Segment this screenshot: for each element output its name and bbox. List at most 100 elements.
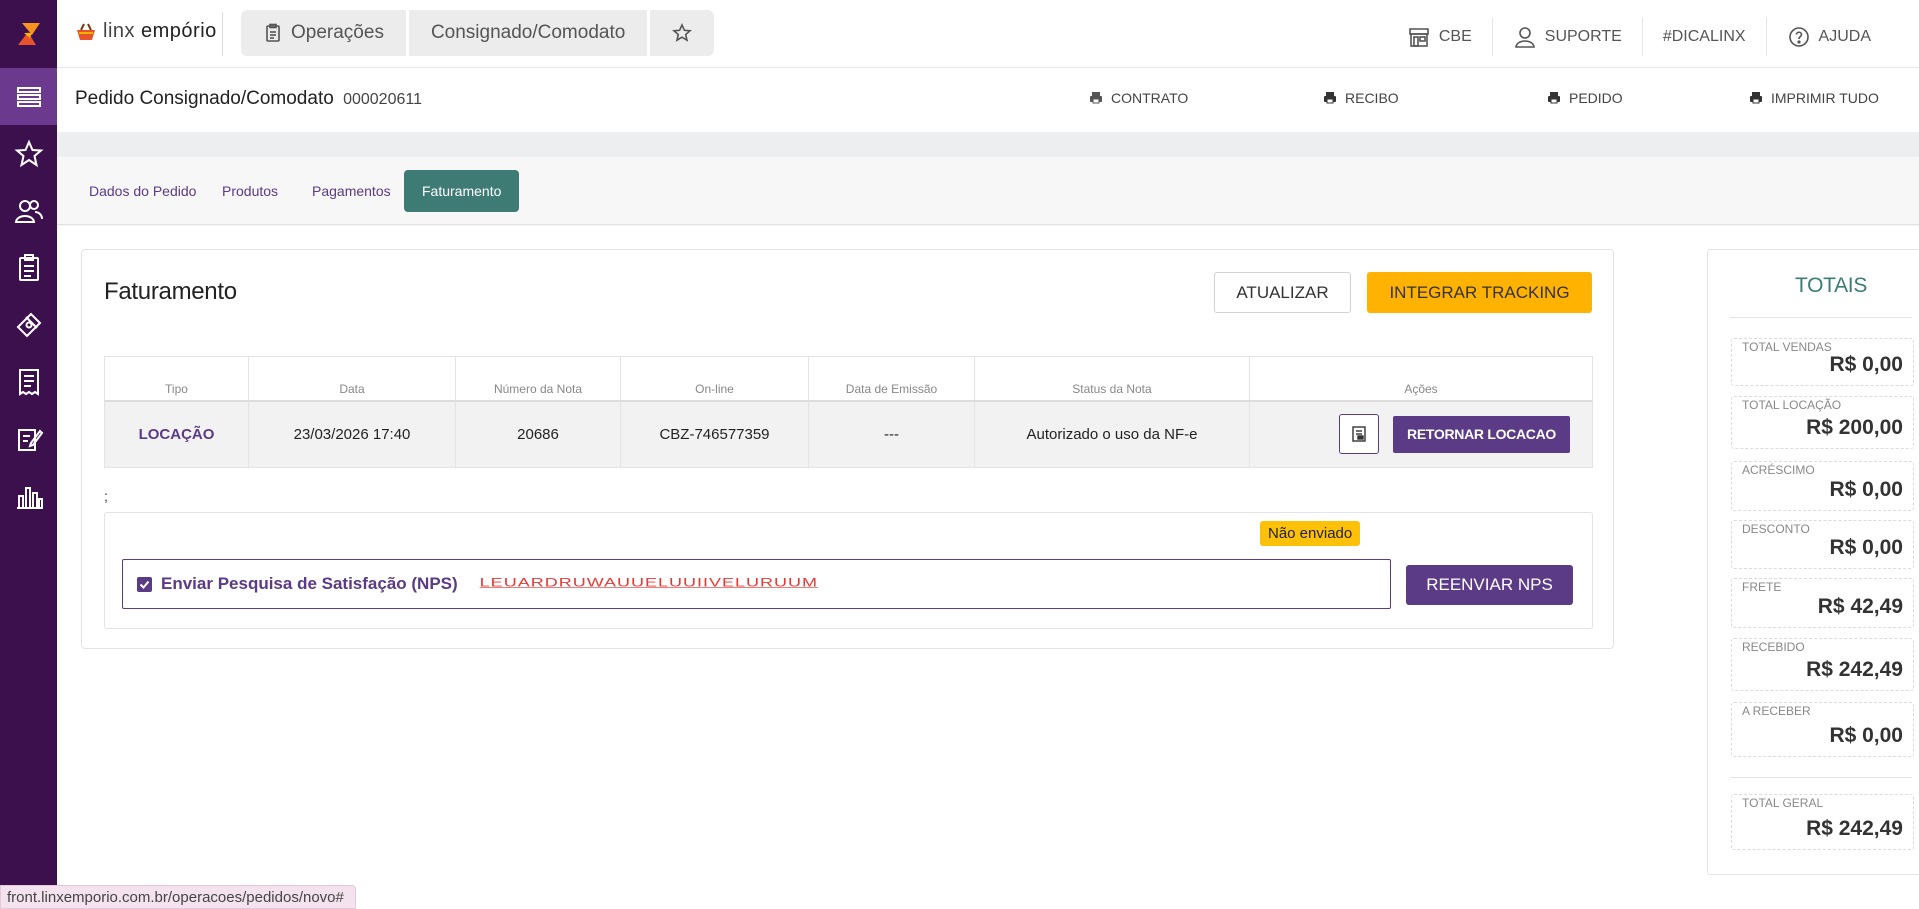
print-pedido-button[interactable]: PEDIDO: [1547, 90, 1623, 106]
column-header-acoes: Ações: [1249, 356, 1593, 402]
receipt-icon: [18, 368, 39, 396]
page-title-text: Pedido Consignado/Comodato: [75, 88, 334, 109]
topbar: linx empório Operações Consignado/Comoda…: [57, 0, 1919, 68]
cell-emissao: ---: [808, 400, 975, 468]
total-locacao-label: TOTAL LOCAÇÃO: [1742, 398, 1842, 412]
nps-checkbox[interactable]: [137, 576, 152, 592]
breadcrumb-operacoes[interactable]: Operações: [241, 10, 406, 56]
edit-document-icon: [17, 428, 43, 451]
cell-status: Autorizado o uso da NF-e: [974, 400, 1250, 468]
bar-chart-icon: [16, 486, 43, 509]
print-all-button[interactable]: IMPRIMIR TUDO: [1749, 90, 1879, 106]
cell-acoes: RETORNAR LOCACAO: [1249, 400, 1593, 468]
cell-numero: 20686: [455, 400, 621, 468]
sidebar-item-menu[interactable]: [0, 68, 57, 125]
basket-icon: [77, 23, 95, 40]
desconto-value: R$ 0,00: [1829, 536, 1903, 559]
breadcrumb-consignado[interactable]: Consignado/Comodato: [405, 10, 647, 56]
sidebar-item-clients[interactable]: [0, 182, 57, 239]
brand[interactable]: linx empório: [75, 20, 217, 43]
ajuda-label: AJUDA: [1818, 28, 1871, 45]
brand-name-emporio: empório: [141, 20, 217, 42]
frete-label: FRETE: [1742, 580, 1782, 594]
integrar-tracking-button[interactable]: INTEGRAR TRACKING: [1367, 272, 1592, 313]
acrescimo-label: ACRÉSCIMO: [1742, 463, 1815, 477]
column-header-status: Status da Nota: [974, 356, 1250, 402]
total-locacao: TOTAL LOCAÇÃO R$ 200,00: [1731, 396, 1914, 449]
a-receber: A RECEBER R$ 0,00: [1731, 702, 1914, 757]
tab-faturamento[interactable]: Faturamento: [404, 170, 520, 212]
main-content: Faturamento ATUALIZAR INTEGRAR TRACKING …: [57, 226, 1919, 909]
header-spacer: [57, 132, 1919, 157]
print-recibo-label: RECIBO: [1345, 90, 1399, 106]
ajuda-button[interactable]: AJUDA: [1765, 18, 1891, 56]
tab-produtos[interactable]: Produtos: [204, 170, 296, 212]
users-icon: [14, 199, 43, 223]
acrescimo-value: R$ 0,00: [1829, 478, 1903, 501]
retornar-locacao-button[interactable]: RETORNAR LOCACAO: [1393, 415, 1570, 453]
totals-panel: TOTAIS TOTAL VENDAS R$ 0,00 TOTAL LOCAÇÃ…: [1707, 249, 1919, 875]
page-header: Pedido Consignado/Comodato 000020611 CON…: [57, 68, 1919, 132]
nps-field: Enviar Pesquisa de Satisfação (NPS) LEUA…: [122, 559, 1391, 609]
total-geral-value: R$ 242,49: [1806, 817, 1903, 840]
store-icon: [1409, 28, 1429, 47]
breadcrumb-operacoes-label: Operações: [291, 22, 384, 43]
total-vendas: TOTAL VENDAS R$ 0,00: [1731, 338, 1914, 386]
totals-title: TOTAIS: [1794, 274, 1868, 297]
atualizar-button[interactable]: ATUALIZAR: [1214, 272, 1351, 313]
desconto-label: DESCONTO: [1742, 522, 1810, 536]
divider: [1730, 777, 1912, 778]
nps-checkbox-label[interactable]: Enviar Pesquisa de Satisfação (NPS): [161, 574, 458, 594]
favorite-page-button[interactable]: [647, 10, 714, 56]
sidebar-item-receipts[interactable]: [0, 353, 57, 410]
sidebar-item-operations[interactable]: [0, 239, 57, 296]
user-icon: [1514, 27, 1535, 48]
clipboard-icon: [18, 253, 39, 281]
divider: [1730, 317, 1912, 318]
suporte-button[interactable]: SUPORTE: [1491, 18, 1642, 56]
menu-icon: [16, 86, 41, 107]
check-icon: [139, 580, 150, 589]
column-header-numero: Número da Nota: [455, 356, 621, 402]
print-recibo-button[interactable]: RECIBO: [1323, 90, 1399, 106]
printer-icon: [1750, 92, 1762, 104]
status-badge: Não enviado: [1260, 521, 1361, 546]
linx-logo-icon: [17, 23, 40, 45]
acrescimo: ACRÉSCIMO R$ 0,00: [1731, 461, 1914, 511]
tab-dados-do-pedido[interactable]: Dados do Pedido: [71, 170, 214, 212]
app-logo[interactable]: [0, 0, 57, 68]
invoice-table: Tipo Data Número da Nota On-line Data de…: [104, 356, 1593, 468]
view-pdf-button[interactable]: [1339, 414, 1380, 455]
total-vendas-label: TOTAL VENDAS: [1742, 340, 1832, 354]
sidebar-item-tickets[interactable]: [0, 296, 57, 353]
print-all-label: IMPRIMIR TUDO: [1771, 90, 1879, 106]
print-contrato-button[interactable]: CONTRATO: [1089, 90, 1188, 106]
nps-section: Não enviado Enviar Pesquisa de Satisfaçã…: [104, 512, 1593, 629]
clipboard-icon: [266, 23, 280, 42]
cell-tipo: LOCAÇÃO: [104, 400, 249, 468]
dicalinx-button[interactable]: #DICALINX: [1641, 18, 1766, 56]
tab-pagamentos[interactable]: Pagamentos: [294, 170, 409, 212]
browser-status-bar: front.linxemporio.com.br/operacoes/pedid…: [0, 885, 356, 909]
printer-icon: [1324, 92, 1336, 104]
help-icon: [1788, 27, 1809, 47]
sidebar-item-favorites[interactable]: [0, 125, 57, 182]
topbar-actions: CBE SUPORTE #DICALINX AJUDA: [1387, 18, 1891, 56]
sidebar: [0, 0, 57, 909]
brand-divider: [222, 12, 223, 56]
print-pedido-label: PEDIDO: [1569, 90, 1623, 106]
a-receber-value: R$ 0,00: [1829, 724, 1903, 747]
sidebar-item-edit[interactable]: [0, 410, 57, 467]
recebido-label: RECEBIDO: [1742, 640, 1805, 654]
total-geral-label: TOTAL GERAL: [1742, 796, 1824, 810]
sidebar-item-reports[interactable]: [0, 467, 57, 524]
desconto: DESCONTO R$ 0,00: [1731, 520, 1914, 569]
tabs-bar: Dados do Pedido Produtos Pagamentos Fatu…: [57, 157, 1919, 225]
frete-value: R$ 42,49: [1817, 595, 1903, 618]
star-icon: [13, 139, 44, 167]
cell-data: 23/03/2026 17:40: [248, 400, 456, 468]
reenviar-nps-button[interactable]: REENVIAR NPS: [1406, 565, 1573, 605]
column-header-data: Data: [248, 356, 456, 402]
cbe-button[interactable]: CBE: [1387, 18, 1492, 56]
document-icon: [1352, 426, 1366, 442]
